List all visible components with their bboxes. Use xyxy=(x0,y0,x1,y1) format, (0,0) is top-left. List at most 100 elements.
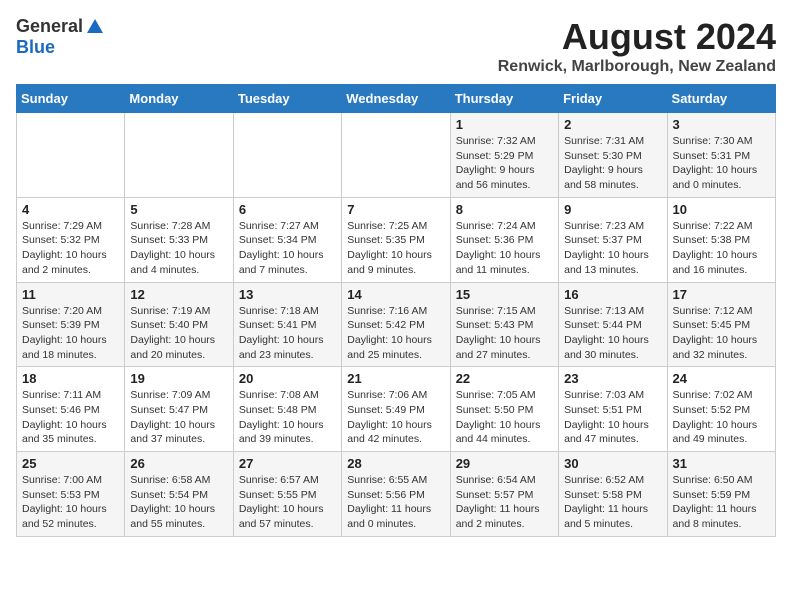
day-info: Sunrise: 6:57 AM Sunset: 5:55 PM Dayligh… xyxy=(239,473,336,532)
calendar-cell: 29Sunrise: 6:54 AM Sunset: 5:57 PM Dayli… xyxy=(450,452,558,537)
weekday-header-tuesday: Tuesday xyxy=(233,85,341,113)
calendar-cell: 24 Sunrise: 7:02 AM Sunset: 5:52 PM Dayli… xyxy=(667,367,775,452)
day-number: 28 xyxy=(347,456,444,471)
day-info: Sunrise: 7:02 AM Sunset: 5:52 PM Dayligh… xyxy=(673,388,770,447)
day-number: 24 xyxy=(673,371,770,386)
calendar-cell: 7 Sunrise: 7:25 AM Sunset: 5:35 PM Daylig… xyxy=(342,197,450,282)
calendar-cell xyxy=(342,113,450,198)
day-number: 21 xyxy=(347,371,444,386)
calendar-cell: 4 Sunrise: 7:29 AM Sunset: 5:32 PM Daylig… xyxy=(17,197,125,282)
day-number: 23 xyxy=(564,371,661,386)
day-info: Sunrise: 7:08 AM Sunset: 5:48 PM Dayligh… xyxy=(239,388,336,447)
header: General Blue August 2024 Renwick, Marlbo… xyxy=(16,16,776,76)
day-number: 15 xyxy=(456,287,553,302)
weekday-header-row: SundayMondayTuesdayWednesdayThursdayFrid… xyxy=(17,85,776,113)
day-number: 25 xyxy=(22,456,119,471)
day-number: 6 xyxy=(239,202,336,217)
day-info: Sunrise: 7:28 AM Sunset: 5:33 PM Dayligh… xyxy=(130,219,227,278)
weekday-header-wednesday: Wednesday xyxy=(342,85,450,113)
day-info: Sunrise: 7:30 AM Sunset: 5:31 PM Dayligh… xyxy=(673,134,770,193)
calendar-cell: 14 Sunrise: 7:16 AM Sunset: 5:42 PM Dayli… xyxy=(342,282,450,367)
logo: General Blue xyxy=(16,16,105,58)
day-number: 4 xyxy=(22,202,119,217)
calendar-cell: 25 Sunrise: 7:00 AM Sunset: 5:53 PM Dayli… xyxy=(17,452,125,537)
calendar-table: SundayMondayTuesdayWednesdayThursdayFrid… xyxy=(16,84,776,537)
calendar-cell: 3 Sunrise: 7:30 AM Sunset: 5:31 PM Daylig… xyxy=(667,113,775,198)
calendar-cell: 22 Sunrise: 7:05 AM Sunset: 5:50 PM Dayli… xyxy=(450,367,558,452)
day-number: 20 xyxy=(239,371,336,386)
day-number: 14 xyxy=(347,287,444,302)
day-number: 29 xyxy=(456,456,553,471)
day-info: Sunrise: 7:20 AM Sunset: 5:39 PM Dayligh… xyxy=(22,304,119,363)
day-info: Sunrise: 7:03 AM Sunset: 5:51 PM Dayligh… xyxy=(564,388,661,447)
day-info: Sunrise: 7:31 AM Sunset: 5:30 PM Dayligh… xyxy=(564,134,661,193)
calendar-week-row: 25 Sunrise: 7:00 AM Sunset: 5:53 PM Dayli… xyxy=(17,452,776,537)
calendar-cell: 15Sunrise: 7:15 AM Sunset: 5:43 PM Dayli… xyxy=(450,282,558,367)
day-info: Sunrise: 7:11 AM Sunset: 5:46 PM Dayligh… xyxy=(22,388,119,447)
day-info: Sunrise: 7:00 AM Sunset: 5:53 PM Dayligh… xyxy=(22,473,119,532)
day-info: Sunrise: 7:05 AM Sunset: 5:50 PM Dayligh… xyxy=(456,388,553,447)
calendar-cell xyxy=(17,113,125,198)
logo-general-text: General xyxy=(16,16,83,37)
day-info: Sunrise: 7:13 AM Sunset: 5:44 PM Dayligh… xyxy=(564,304,661,363)
calendar-cell: 30Sunrise: 6:52 AM Sunset: 5:58 PM Dayli… xyxy=(559,452,667,537)
day-number: 27 xyxy=(239,456,336,471)
day-number: 16 xyxy=(564,287,661,302)
logo-icon xyxy=(85,17,105,37)
day-number: 12 xyxy=(130,287,227,302)
calendar-cell: 23 Sunrise: 7:03 AM Sunset: 5:51 PM Dayli… xyxy=(559,367,667,452)
day-info: Sunrise: 7:06 AM Sunset: 5:49 PM Dayligh… xyxy=(347,388,444,447)
weekday-header-sunday: Sunday xyxy=(17,85,125,113)
weekday-header-thursday: Thursday xyxy=(450,85,558,113)
day-number: 10 xyxy=(673,202,770,217)
day-number: 11 xyxy=(22,287,119,302)
day-number: 31 xyxy=(673,456,770,471)
day-info: Sunrise: 7:24 AM Sunset: 5:36 PM Dayligh… xyxy=(456,219,553,278)
day-info: Sunrise: 7:29 AM Sunset: 5:32 PM Dayligh… xyxy=(22,219,119,278)
day-number: 13 xyxy=(239,287,336,302)
calendar-cell: 27 Sunrise: 6:57 AM Sunset: 5:55 PM Dayli… xyxy=(233,452,341,537)
calendar-cell: 26Sunrise: 6:58 AM Sunset: 5:54 PM Dayli… xyxy=(125,452,233,537)
calendar-cell: 12Sunrise: 7:19 AM Sunset: 5:40 PM Dayli… xyxy=(125,282,233,367)
logo-blue-text: Blue xyxy=(16,37,55,57)
day-info: Sunrise: 6:50 AM Sunset: 5:59 PM Dayligh… xyxy=(673,473,770,532)
calendar-cell: 1 Sunrise: 7:32 AM Sunset: 5:29 PM Daylig… xyxy=(450,113,558,198)
calendar-cell: 5Sunrise: 7:28 AM Sunset: 5:33 PM Daylig… xyxy=(125,197,233,282)
day-info: Sunrise: 7:25 AM Sunset: 5:35 PM Dayligh… xyxy=(347,219,444,278)
day-info: Sunrise: 6:58 AM Sunset: 5:54 PM Dayligh… xyxy=(130,473,227,532)
day-info: Sunrise: 7:18 AM Sunset: 5:41 PM Dayligh… xyxy=(239,304,336,363)
calendar-cell: 18 Sunrise: 7:11 AM Sunset: 5:46 PM Dayli… xyxy=(17,367,125,452)
location-title: Renwick, Marlborough, New Zealand xyxy=(498,58,776,76)
calendar-cell: 8Sunrise: 7:24 AM Sunset: 5:36 PM Daylig… xyxy=(450,197,558,282)
month-title: August 2024 xyxy=(498,16,776,58)
day-info: Sunrise: 7:23 AM Sunset: 5:37 PM Dayligh… xyxy=(564,219,661,278)
day-number: 3 xyxy=(673,117,770,132)
calendar-cell: 6Sunrise: 7:27 AM Sunset: 5:34 PM Daylig… xyxy=(233,197,341,282)
calendar-cell: 9Sunrise: 7:23 AM Sunset: 5:37 PM Daylig… xyxy=(559,197,667,282)
day-number: 7 xyxy=(347,202,444,217)
calendar-week-row: 4 Sunrise: 7:29 AM Sunset: 5:32 PM Daylig… xyxy=(17,197,776,282)
day-info: Sunrise: 6:55 AM Sunset: 5:56 PM Dayligh… xyxy=(347,473,444,532)
day-number: 2 xyxy=(564,117,661,132)
calendar-cell xyxy=(233,113,341,198)
day-info: Sunrise: 7:16 AM Sunset: 5:42 PM Dayligh… xyxy=(347,304,444,363)
calendar-cell: 19Sunrise: 7:09 AM Sunset: 5:47 PM Dayli… xyxy=(125,367,233,452)
title-area: August 2024 Renwick, Marlborough, New Ze… xyxy=(498,16,776,76)
calendar-cell: 20 Sunrise: 7:08 AM Sunset: 5:48 PM Dayli… xyxy=(233,367,341,452)
calendar-cell: 13 Sunrise: 7:18 AM Sunset: 5:41 PM Dayli… xyxy=(233,282,341,367)
calendar-week-row: 11 Sunrise: 7:20 AM Sunset: 5:39 PM Dayli… xyxy=(17,282,776,367)
day-number: 22 xyxy=(456,371,553,386)
day-info: Sunrise: 7:32 AM Sunset: 5:29 PM Dayligh… xyxy=(456,134,553,193)
calendar-cell: 17Sunrise: 7:12 AM Sunset: 5:45 PM Dayli… xyxy=(667,282,775,367)
calendar-week-row: 1 Sunrise: 7:32 AM Sunset: 5:29 PM Daylig… xyxy=(17,113,776,198)
calendar-cell: 10Sunrise: 7:22 AM Sunset: 5:38 PM Dayli… xyxy=(667,197,775,282)
calendar-cell: 11 Sunrise: 7:20 AM Sunset: 5:39 PM Dayli… xyxy=(17,282,125,367)
day-number: 18 xyxy=(22,371,119,386)
weekday-header-monday: Monday xyxy=(125,85,233,113)
calendar-cell: 21 Sunrise: 7:06 AM Sunset: 5:49 PM Dayli… xyxy=(342,367,450,452)
day-number: 19 xyxy=(130,371,227,386)
day-info: Sunrise: 6:52 AM Sunset: 5:58 PM Dayligh… xyxy=(564,473,661,532)
day-number: 17 xyxy=(673,287,770,302)
day-number: 1 xyxy=(456,117,553,132)
calendar-cell: 16 Sunrise: 7:13 AM Sunset: 5:44 PM Dayli… xyxy=(559,282,667,367)
